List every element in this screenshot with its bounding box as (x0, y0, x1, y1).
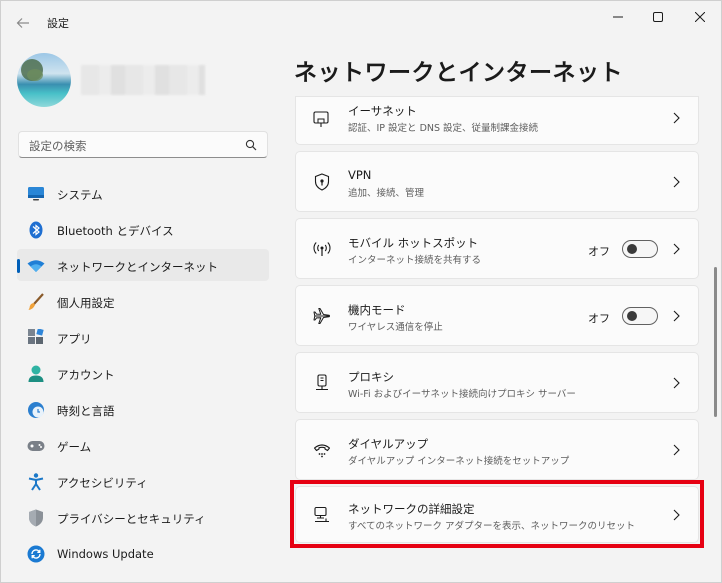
search-input[interactable]: 設定の検索 (29, 138, 87, 154)
sidebar-item-windows-update[interactable]: Windows Update (17, 537, 269, 569)
card-subtitle: 認証、IP 設定と DNS 設定、従量制課金接続 (348, 123, 539, 134)
sidebar-item-privacy[interactable]: プライバシーとセキュリティ (17, 501, 269, 533)
shield-icon (27, 509, 45, 527)
sidebar-item-accessibility[interactable]: アクセシビリティ (17, 465, 269, 497)
monitor-icon (27, 185, 45, 203)
card-subtitle: 追加、接続、管理 (348, 188, 425, 199)
card-ethernet[interactable]: イーサネット 認証、IP 設定と DNS 設定、従量制課金接続 (295, 96, 699, 145)
update-icon (27, 545, 45, 563)
person-icon (27, 365, 45, 383)
clock-globe-icon (27, 401, 45, 419)
toggle-state-label: オフ (588, 245, 610, 258)
accessibility-icon (27, 473, 45, 491)
sidebar-item-network[interactable]: ネットワークとインターネット (17, 249, 269, 281)
airplane-icon (312, 306, 332, 326)
card-title: モバイル ホットスポット (348, 236, 479, 250)
bluetooth-icon (27, 221, 45, 239)
maximize-button[interactable] (635, 4, 681, 30)
card-subtitle: Wi-Fi およびイーサネット接続向けプロキシ サーバー (348, 389, 576, 400)
back-arrow-icon (16, 18, 29, 28)
sidebar-item-bluetooth[interactable]: Bluetooth とデバイス (17, 213, 269, 245)
card-title: 機内モード (348, 303, 406, 317)
chevron-right-icon (673, 444, 680, 456)
close-button[interactable] (677, 4, 722, 30)
chevron-right-icon (673, 377, 680, 389)
sidebar-item-system[interactable]: システム (17, 177, 269, 209)
sidebar-item-label: プライバシーとセキュリティ (57, 512, 206, 526)
gamepad-icon (27, 437, 45, 455)
sidebar-item-label: 個人用設定 (57, 296, 115, 310)
app-title: 設定 (47, 17, 69, 30)
card-title: VPN (348, 168, 372, 182)
sidebar-item-label: アカウント (57, 368, 115, 382)
card-dialup[interactable]: ダイヤルアップ ダイヤルアップ インターネット接続をセットアップ (295, 419, 699, 480)
search-icon[interactable] (245, 139, 257, 151)
sidebar-item-personalization[interactable]: 個人用設定 (17, 285, 269, 317)
sidebar-item-accounts[interactable]: アカウント (17, 357, 269, 389)
dialup-icon (312, 440, 332, 460)
chevron-right-icon (673, 112, 680, 124)
highlight-box (290, 480, 704, 548)
toggle-knob (627, 311, 637, 321)
back-button[interactable] (11, 11, 35, 35)
sidebar-item-label: システム (57, 188, 103, 202)
user-avatar[interactable] (17, 53, 71, 107)
sidebar-item-label: Bluetooth とデバイス (57, 224, 174, 238)
card-proxy[interactable]: プロキシ Wi-Fi およびイーサネット接続向けプロキシ サーバー (295, 352, 699, 413)
sidebar-item-label: 時刻と言語 (57, 404, 115, 418)
card-title: イーサネット (348, 104, 417, 118)
card-vpn[interactable]: VPN 追加、接続、管理 (295, 151, 699, 212)
brush-icon (27, 293, 45, 311)
wifi-icon (27, 257, 45, 275)
sidebar-item-label: アクセシビリティ (57, 476, 148, 490)
search-box[interactable]: 設定の検索 (18, 131, 268, 158)
card-mobile-hotspot[interactable]: モバイル ホットスポット インターネット接続を共有する オフ (295, 218, 699, 279)
close-icon (695, 12, 705, 22)
card-title: プロキシ (348, 370, 394, 384)
sidebar-item-apps[interactable]: アプリ (17, 321, 269, 353)
maximize-icon (653, 12, 663, 22)
title-bar: 設定 (1, 1, 722, 41)
card-subtitle: ダイヤルアップ インターネット接続をセットアップ (348, 456, 570, 467)
chevron-right-icon (673, 310, 680, 322)
sidebar-item-gaming[interactable]: ゲーム (17, 429, 269, 461)
sidebar-item-label: Windows Update (57, 547, 154, 561)
sidebar-item-label: ネットワークとインターネット (57, 260, 218, 274)
card-airplane-mode[interactable]: 機内モード ワイヤレス通信を停止 オフ (295, 285, 699, 346)
card-title: ダイヤルアップ (348, 437, 429, 451)
minimize-icon (613, 16, 623, 18)
airplane-toggle[interactable] (622, 307, 658, 325)
card-subtitle: インターネット接続を共有する (348, 255, 482, 266)
hotspot-icon (312, 239, 332, 259)
card-subtitle: ワイヤレス通信を停止 (348, 322, 443, 333)
active-indicator (17, 259, 20, 273)
scrollbar-thumb[interactable] (714, 267, 717, 417)
sidebar-item-time-language[interactable]: 時刻と言語 (17, 393, 269, 425)
proxy-icon (312, 373, 332, 393)
sidebar-nav: システム Bluetooth とデバイス ネットワークとインターネット 個人用設… (17, 177, 269, 573)
toggle-knob (627, 244, 637, 254)
sidebar-item-label: アプリ (57, 332, 92, 346)
sidebar-item-label: ゲーム (57, 440, 92, 454)
page-title: ネットワークとインターネット (294, 60, 623, 86)
chevron-right-icon (673, 176, 680, 188)
user-name-blurred (81, 65, 205, 95)
apps-icon (27, 329, 45, 347)
toggle-state-label: オフ (588, 312, 610, 325)
ethernet-icon (312, 109, 332, 129)
settings-window: 設定 設定の検索 システム Bluetooth とデバイス ネットワークとインタ… (0, 0, 722, 583)
hotspot-toggle[interactable] (622, 240, 658, 258)
vpn-shield-icon (312, 172, 332, 192)
avatar-tree-2 (27, 69, 43, 81)
chevron-right-icon (673, 243, 680, 255)
